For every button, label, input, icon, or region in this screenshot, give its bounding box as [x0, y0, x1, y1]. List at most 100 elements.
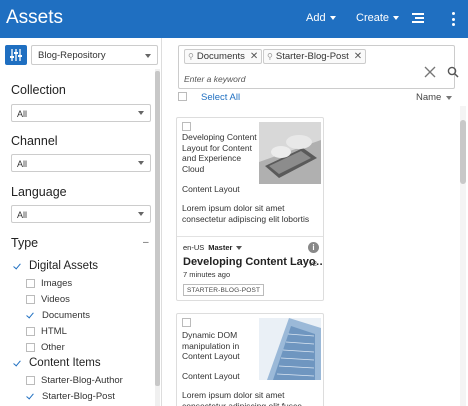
- checkbox-label: HTML: [41, 326, 67, 337]
- type-tag: STARTER-BLOG-POST: [183, 284, 265, 296]
- building-thumbnail: [259, 318, 321, 380]
- card-checkbox[interactable]: [182, 122, 191, 131]
- chip-label: Documents: [196, 51, 245, 62]
- scrollbar-thumb[interactable]: [460, 120, 466, 184]
- chevron-down-icon: [138, 161, 144, 165]
- main-scrollbar[interactable]: [460, 106, 466, 406]
- chevron-down-icon: [393, 16, 400, 20]
- add-button-label: Add: [306, 12, 326, 24]
- scrollbar-thumb[interactable]: [155, 71, 160, 386]
- card-description: Lorem ipsum dolor sit amet consectetur a…: [182, 390, 303, 406]
- card-description: Lorem ipsum dolor sit amet consectetur a…: [182, 203, 310, 224]
- language-heading: Language: [11, 185, 67, 199]
- sliders-icon: [10, 49, 22, 61]
- filter-sidebar: Blog-Repository Collection All Channel A…: [0, 38, 162, 406]
- create-button-label: Create: [356, 12, 390, 24]
- chevron-down-icon: [138, 212, 144, 216]
- card-title: Developing Content Layout for Content an…: [182, 132, 257, 174]
- html-checkbox[interactable]: HTML: [26, 326, 67, 337]
- card-type: Content Layout: [182, 184, 240, 194]
- filter-chip-documents: ⚲ Documents ✕: [184, 49, 263, 64]
- assets-app: Assets Add Create Blog-Repository Collec…: [0, 0, 468, 406]
- sidebar-scrollbar[interactable]: [155, 69, 160, 406]
- sort-label: Name: [416, 92, 442, 103]
- card-version: v2: [309, 259, 317, 268]
- starter-blog-post-checkbox[interactable]: Starter-Blog-Post: [26, 391, 115, 402]
- remove-chip-icon[interactable]: ✕: [250, 51, 258, 62]
- videos-checkbox[interactable]: Videos: [26, 294, 70, 305]
- checkbox-label: Videos: [41, 294, 70, 305]
- menu-lines-icon[interactable]: [412, 13, 424, 25]
- collection-value: All: [17, 109, 28, 119]
- repository-select[interactable]: Blog-Repository: [31, 45, 158, 65]
- status-label: Master: [208, 243, 233, 252]
- collection-select[interactable]: All: [11, 104, 151, 122]
- type-heading: Type: [11, 236, 39, 250]
- card-divider: [177, 236, 323, 237]
- page-title: Assets: [6, 7, 64, 28]
- starter-blog-author-checkbox[interactable]: Starter-Blog-Author: [26, 375, 123, 386]
- tag-icon: ⚲: [188, 52, 194, 61]
- add-button[interactable]: Add: [306, 12, 336, 24]
- check-icon: [13, 358, 23, 368]
- chevron-down-icon: [236, 245, 243, 250]
- checkbox-box: [26, 376, 35, 385]
- remove-chip-icon[interactable]: ✕: [354, 51, 362, 62]
- chevron-down-icon: [329, 16, 336, 20]
- checkbox-label: Starter-Blog-Post: [42, 391, 115, 402]
- info-icon[interactable]: i: [308, 242, 319, 253]
- checkbox-box: [26, 279, 35, 288]
- card-name: Developing Content Layo…: [183, 256, 324, 268]
- filter-chip-starter-blog-post: ⚲ Starter-Blog-Post ✕: [263, 49, 367, 64]
- chevron-down-icon: [138, 111, 144, 115]
- repository-value: Blog-Repository: [38, 50, 106, 61]
- card-checkbox[interactable]: [182, 318, 191, 327]
- clear-search-icon[interactable]: [424, 66, 436, 78]
- checkbox-box: [26, 327, 35, 336]
- keyword-input[interactable]: Enter a keyword: [184, 74, 245, 84]
- select-all-link[interactable]: Select All: [201, 92, 240, 103]
- sort-dropdown[interactable]: Name: [416, 92, 453, 103]
- filter-sliders-icon[interactable]: [5, 45, 27, 65]
- checkbox-box: [26, 295, 35, 304]
- checkbox-label: Other: [41, 342, 65, 353]
- digital-assets-checkbox[interactable]: Digital Assets: [13, 260, 98, 272]
- content-items-checkbox[interactable]: Content Items: [13, 357, 101, 369]
- collection-heading: Collection: [11, 83, 66, 97]
- check-icon: [26, 311, 36, 320]
- app-header: Assets Add Create: [0, 0, 468, 38]
- checkbox-box: [26, 343, 35, 352]
- checkbox-label: Documents: [42, 310, 91, 321]
- channel-select[interactable]: All: [11, 154, 151, 172]
- select-all-checkbox[interactable]: [178, 92, 187, 101]
- digital-assets-label: Digital Assets: [29, 260, 99, 272]
- more-vertical-icon[interactable]: [451, 12, 455, 26]
- images-checkbox[interactable]: Images: [26, 278, 72, 289]
- asset-card[interactable]: Developing Content Layout for Content an…: [176, 117, 324, 301]
- chevron-down-icon: [145, 54, 151, 58]
- card-language[interactable]: en-US Master: [183, 243, 243, 252]
- documents-checkbox[interactable]: Documents: [26, 310, 90, 321]
- assets-main: ⚲ Documents ✕ ⚲ Starter-Blog-Post ✕ Ente…: [163, 38, 468, 406]
- collapse-type-button[interactable]: –: [143, 237, 149, 248]
- check-icon: [26, 392, 36, 401]
- content-items-label: Content Items: [29, 357, 101, 369]
- chip-label: Starter-Blog-Post: [275, 51, 349, 62]
- channel-value: All: [17, 159, 28, 169]
- asset-card[interactable]: Dynamic DOM manipulation in Content Layo…: [176, 313, 324, 406]
- checkbox-label: Starter-Blog-Author: [41, 375, 123, 386]
- language-code: en-US: [183, 243, 205, 252]
- check-icon: [13, 261, 23, 271]
- card-time: 7 minutes ago: [183, 270, 231, 279]
- card-type: Content Layout: [182, 371, 240, 381]
- chevron-down-icon: [446, 95, 453, 100]
- create-button[interactable]: Create: [356, 12, 400, 24]
- search-icon[interactable]: [447, 66, 459, 78]
- language-value: All: [17, 210, 28, 220]
- language-select[interactable]: All: [11, 205, 151, 223]
- channel-heading: Channel: [11, 134, 58, 148]
- other-checkbox[interactable]: Other: [26, 342, 65, 353]
- checkbox-label: Images: [41, 278, 73, 289]
- card-title: Dynamic DOM manipulation in Content Layo…: [182, 330, 240, 361]
- search-box[interactable]: ⚲ Documents ✕ ⚲ Starter-Blog-Post ✕ Ente…: [178, 45, 459, 89]
